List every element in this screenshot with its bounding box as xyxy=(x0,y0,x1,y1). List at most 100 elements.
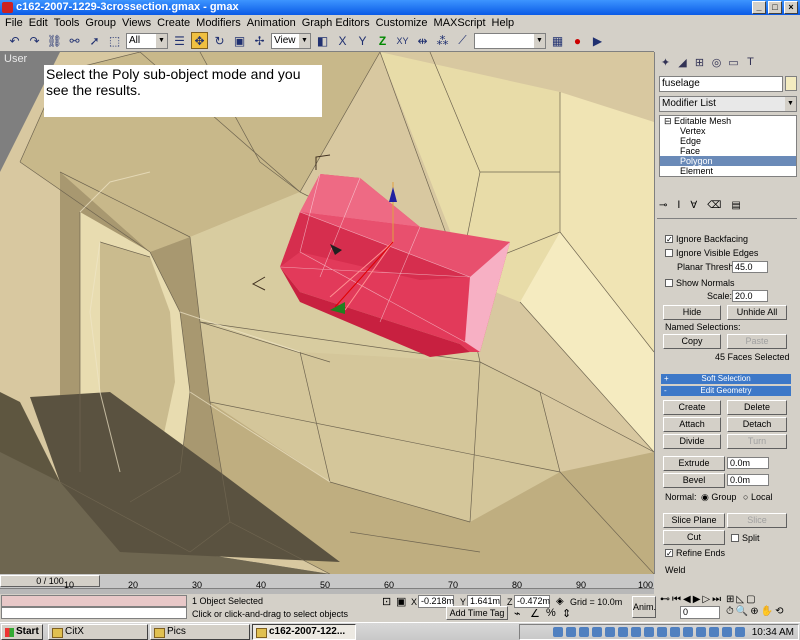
pivot-center-icon[interactable]: ◧ xyxy=(314,32,331,49)
detach-button[interactable]: Detach xyxy=(727,417,787,432)
play-icon[interactable]: ▶ xyxy=(693,594,701,605)
stack-item-face[interactable]: Face xyxy=(660,146,796,156)
tray-icon[interactable] xyxy=(721,627,732,637)
render-icon[interactable]: ● xyxy=(569,32,586,49)
ignore-visible-edges-checkbox[interactable]: Ignore Visible Edges xyxy=(665,248,758,258)
undo-icon[interactable]: ↶ xyxy=(6,32,23,49)
stack-item-polygon[interactable]: Polygon xyxy=(660,156,796,166)
add-time-tag-button[interactable]: Add Time Tag xyxy=(446,606,508,620)
soft-selection-rollout[interactable]: + Soft Selection xyxy=(661,374,791,384)
delete-button[interactable]: Delete xyxy=(727,400,787,415)
tray-icon[interactable] xyxy=(643,627,654,637)
time-config-icon[interactable]: ⏱ xyxy=(726,606,734,617)
perspective-viewport[interactable]: User Select the Poly sub-object mode and… xyxy=(0,52,654,574)
restrict-xy-icon[interactable]: XY xyxy=(394,32,411,49)
menu-animation[interactable]: Animation xyxy=(244,17,299,29)
stack-item-edge[interactable]: Edge xyxy=(660,136,796,146)
show-end-result-icon[interactable]: Ⅰ xyxy=(677,200,680,211)
modifier-list-dropdown[interactable]: Modifier List xyxy=(659,96,797,112)
select-region-icon[interactable]: ⬚ xyxy=(106,32,123,49)
object-name-field[interactable]: fuselage xyxy=(659,76,783,92)
lock-selection-icon[interactable]: ⊡ xyxy=(382,595,391,608)
task-gmax[interactable]: c162-2007-122... xyxy=(252,624,356,640)
stack-item-vertex[interactable]: Vertex xyxy=(660,126,796,136)
select-object-icon[interactable]: ➚ xyxy=(86,32,103,49)
prev-frame-icon[interactable]: ◀ xyxy=(683,594,691,605)
attach-button[interactable]: Attach xyxy=(663,417,721,432)
goto-start-icon[interactable]: ⏮ xyxy=(672,594,681,605)
task-citx[interactable]: CitX xyxy=(48,624,148,640)
restrict-y-icon[interactable]: Y xyxy=(354,32,371,49)
menu-modifiers[interactable]: Modifiers xyxy=(193,17,244,29)
viewport-label[interactable]: User xyxy=(4,53,27,65)
paste-button[interactable]: Paste xyxy=(727,334,787,349)
current-frame-field[interactable]: 0 xyxy=(680,606,720,619)
next-frame-icon[interactable]: ▷ xyxy=(702,594,710,605)
edit-geometry-rollout[interactable]: - Edit Geometry xyxy=(661,386,791,396)
hierarchy-tab-icon[interactable]: ⊞ xyxy=(693,56,706,70)
zoom-all-icon[interactable]: ⊕ xyxy=(750,606,758,617)
slice-button[interactable]: Slice xyxy=(727,513,787,528)
create-tab-icon[interactable]: ✦ xyxy=(659,56,672,70)
reference-coordinate-dropdown[interactable]: View xyxy=(271,32,311,49)
select-scale-icon[interactable]: ▣ xyxy=(231,32,248,49)
menu-maxscript[interactable]: MAXScript xyxy=(431,17,489,29)
select-move-icon[interactable]: ✥ xyxy=(191,32,208,49)
create-button[interactable]: Create xyxy=(663,400,721,415)
scale-spinner[interactable]: 20.0 xyxy=(732,290,775,302)
select-rotate-icon[interactable]: ↻ xyxy=(211,32,228,49)
redo-icon[interactable]: ↷ xyxy=(26,32,43,49)
tray-icon[interactable] xyxy=(708,627,719,637)
arc-rotate-icon[interactable]: ⟲ xyxy=(775,606,783,617)
select-by-name-icon[interactable]: ☰ xyxy=(171,32,188,49)
unhide-all-button[interactable]: Unhide All xyxy=(727,305,787,320)
object-color-swatch[interactable] xyxy=(785,76,797,91)
animate-button[interactable]: Anim. xyxy=(632,596,656,618)
angle-snap-icon[interactable]: ∠ xyxy=(530,607,540,620)
material-editor-icon[interactable]: ▦ xyxy=(549,32,566,49)
copy-button[interactable]: Copy xyxy=(663,334,721,349)
extrude-spinner[interactable]: 0.0m xyxy=(727,457,776,469)
align-icon[interactable]: ⟋ xyxy=(454,32,471,49)
named-selection-dropdown[interactable] xyxy=(474,32,546,49)
turn-button[interactable]: Turn xyxy=(727,434,787,449)
minimize-button[interactable]: _ xyxy=(752,1,766,14)
maximize-viewport-icon[interactable]: ▢ xyxy=(746,594,755,605)
zoom-extents-icon[interactable]: ⊞ xyxy=(726,594,734,605)
restrict-z-icon[interactable]: Z xyxy=(374,32,391,49)
normal-group-radio[interactable]: ◉ Group xyxy=(701,492,736,503)
task-pics[interactable]: Pics xyxy=(150,624,250,640)
normal-local-radio[interactable]: ○ Local xyxy=(743,492,772,502)
stack-item-editable-mesh[interactable]: ⊟ Editable Mesh xyxy=(660,116,796,126)
make-unique-icon[interactable]: ∀ xyxy=(690,200,697,211)
remove-modifier-icon[interactable]: ⌫ xyxy=(707,200,721,211)
tray-icon[interactable] xyxy=(552,627,563,637)
tray-icon[interactable] xyxy=(565,627,576,637)
refine-ends-checkbox[interactable]: ✓ Refine Ends xyxy=(665,548,725,558)
snap-toggle-icon[interactable]: ⌁ xyxy=(514,607,521,620)
fov-icon[interactable]: ◺ xyxy=(736,594,744,605)
motion-tab-icon[interactable]: ◎ xyxy=(710,56,723,70)
ignore-backfacing-checkbox[interactable]: ✓ Ignore Backfacing xyxy=(665,234,748,244)
spinner-snap-icon[interactable]: ⇕ xyxy=(562,607,571,620)
pin-stack-icon[interactable]: ⊸ xyxy=(659,200,667,211)
unlink-icon[interactable]: ⚯ xyxy=(66,32,83,49)
close-button[interactable]: × xyxy=(784,1,798,14)
menu-group[interactable]: Group xyxy=(82,17,119,29)
tray-icon[interactable] xyxy=(604,627,615,637)
absolute-mode-icon[interactable]: ▣ xyxy=(396,595,406,608)
tray-icon[interactable] xyxy=(630,627,641,637)
array-icon[interactable]: ⁂ xyxy=(434,32,451,49)
hide-button[interactable]: Hide xyxy=(663,305,721,320)
menu-customize[interactable]: Customize xyxy=(373,17,431,29)
planar-thresh-spinner[interactable]: 45.0 xyxy=(732,261,775,273)
menu-help[interactable]: Help xyxy=(489,17,518,29)
menu-create[interactable]: Create xyxy=(154,17,193,29)
tray-icon[interactable] xyxy=(734,627,745,637)
maximize-button[interactable]: □ xyxy=(768,1,782,14)
bevel-button[interactable]: Bevel xyxy=(663,473,725,488)
zoom-icon[interactable]: 🔍 xyxy=(736,606,748,617)
utilities-tab-icon[interactable]: T xyxy=(744,56,757,70)
menu-edit[interactable]: Edit xyxy=(26,17,51,29)
key-mode-icon[interactable]: ⊷ xyxy=(660,594,670,605)
